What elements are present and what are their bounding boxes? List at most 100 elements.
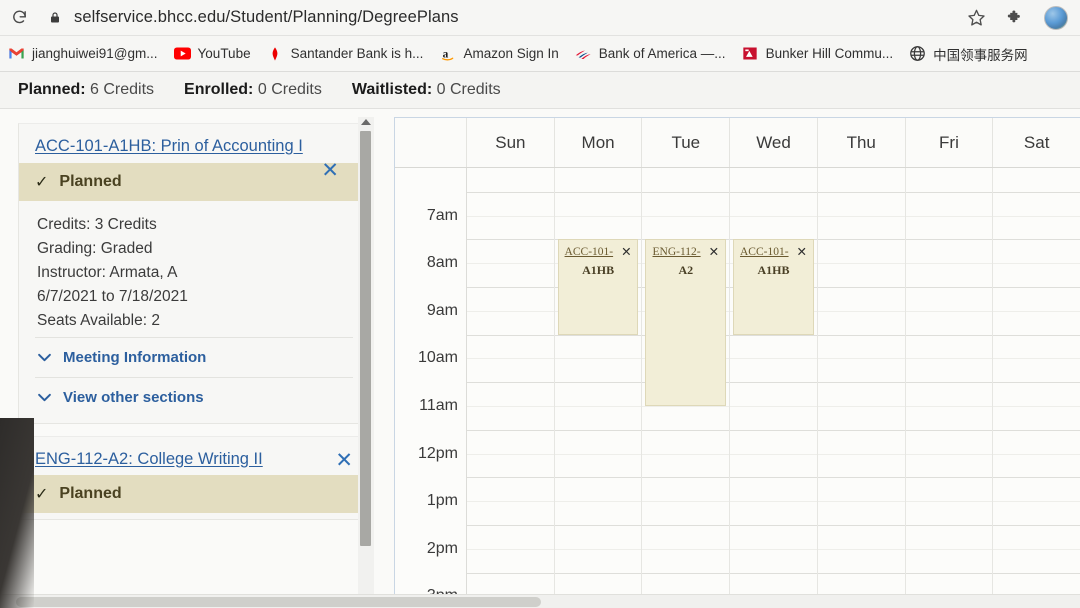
grid-line [905,382,993,384]
time-label-9am: 9am [426,301,458,319]
amazon-icon: a [439,45,456,62]
time-label-10am: 10am [417,349,458,367]
star-icon[interactable] [967,8,986,27]
grid-line [993,382,1080,384]
grid-line-half [993,548,1080,550]
event-course-code[interactable]: ACC-101- [740,246,789,258]
time-label-2pm: 2pm [426,539,458,557]
remove-course-button[interactable]: ✕ [321,160,339,181]
grid-line-half [642,453,730,455]
chevron-down-icon [37,391,52,404]
bookmark-santander[interactable]: Santander Bank is h... [267,45,423,62]
bookmark-amazon[interactable]: a Amazon Sign In [439,45,559,62]
day-column-sat[interactable] [993,168,1080,608]
grid-line [467,477,554,479]
grid-line-half [554,215,642,217]
horizontal-scrollbar[interactable] [0,594,1080,608]
view-other-sections-label: View other sections [63,388,204,406]
sidebar-scrollbar[interactable] [358,117,374,607]
grid-line [993,477,1080,479]
grid-line-half [730,406,817,407]
event-remove-button[interactable]: ✕ [797,246,807,259]
check-icon: ✓ [35,173,49,191]
calendar-event-acc-101[interactable]: ACC-101- ✕ A1HB [733,239,814,335]
page-content: Planned: 6 Credits Enrolled: 0 Credits W… [0,72,1080,608]
event-section: A1HB [582,262,615,277]
credit-enrolled-value: 0 Credits [257,81,322,98]
grid-line [467,382,554,384]
grid-line [993,429,1080,431]
course-card-acc-101: ACC-101-A1HB: Prin of Accounting I ✕ ✓ P… [18,123,370,424]
day-column-tue[interactable]: ENG-112- ✕ A2 [642,168,731,608]
grid-line-half [817,453,905,455]
course-card-header: ENG-112-A2: College Writing II ✕ [19,437,369,476]
grid-line-half [554,406,642,407]
grid-line-half [730,501,817,503]
credit-planned: Planned: 6 Credits [18,81,154,99]
grid-line [642,477,730,479]
grid-line [817,334,905,336]
grid-line-half [467,501,554,503]
grid-line [993,239,1080,241]
day-column-fri[interactable] [905,168,994,608]
grid-line-half [467,548,554,550]
bookmark-gmail[interactable]: jianghuiwei91@gm... [8,45,158,62]
course-title-link[interactable]: ENG-112-A2: College Writing II [35,450,263,468]
grid-line-half [467,215,554,217]
meeting-information-toggle[interactable]: Meeting Information [35,336,353,377]
credit-enrolled-label: Enrolled: [184,81,254,98]
grid-line [905,191,993,193]
bookmark-bank-of-america[interactable]: Bank of America —... [575,45,726,62]
grid-line-half [993,263,1080,265]
status-badge: ✓ Planned [19,475,369,514]
day-column-thu[interactable] [817,168,906,608]
remove-course-button[interactable]: ✕ [335,450,353,471]
grid-line-half [730,453,817,455]
puzzle-piece-icon[interactable] [1006,9,1024,27]
day-column-mon[interactable]: ACC-101- ✕ A1HB [554,168,643,608]
bank-of-america-icon [575,45,592,62]
grid-line-half [730,548,817,550]
time-axis: 7am8am9am10am11am12pm1pm2pm3pm [395,168,467,608]
omnibox-actions [967,5,1080,30]
check-icon: ✓ [35,486,49,504]
grid-line [905,429,993,431]
calendar-event-acc-101[interactable]: ACC-101- ✕ A1HB [557,239,639,335]
bookmark-label: 中国领事服务网 [933,47,1028,63]
grid-line [467,334,554,336]
grid-line [905,287,993,288]
grid-line [993,287,1080,288]
grid-line-half [817,215,905,217]
bookmark-label: Bunker Hill Commu... [765,46,894,61]
view-other-sections-toggle[interactable]: View other sections [35,376,353,417]
calendar-event-eng-112[interactable]: ENG-112- ✕ A2 [645,239,727,406]
bookmark-chinese-consular[interactable]: 中国领事服务网 [909,44,1028,64]
day-column-sun[interactable] [467,168,555,608]
url-text[interactable]: selfservice.bhcc.edu/Student/Planning/De… [74,8,459,27]
grid-line-half [993,406,1080,407]
credit-waitlisted-label: Waitlisted: [351,81,433,98]
horizontal-scrollbar-thumb[interactable] [16,597,541,607]
profile-avatar[interactable] [1044,5,1068,30]
grid-line [730,191,817,193]
event-remove-button[interactable]: ✕ [709,246,719,259]
bookmark-youtube[interactable]: YouTube [173,45,251,62]
grid-line [467,287,554,288]
grid-line-half [817,501,905,503]
address-bar: selfservice.bhcc.edu/Student/Planning/De… [0,0,1080,36]
reload-icon[interactable] [6,5,32,31]
grid-line-half [905,263,993,265]
grid-line-half [467,406,554,407]
grid-line-half [993,215,1080,217]
event-course-code[interactable]: ACC-101- [565,246,614,258]
event-remove-button[interactable]: ✕ [621,246,631,259]
day-column-wed[interactable]: ACC-101- ✕ A1HB [730,168,818,608]
sidebar-scrollbar-thumb[interactable] [360,131,371,546]
scroll-up-arrow-icon[interactable] [361,119,371,125]
bookmark-bunker-hill[interactable]: Bunker Hill Commu... [742,45,894,62]
grid-line [730,525,817,526]
course-title-link[interactable]: ACC-101-A1HB: Prin of Accounting I [35,137,303,155]
event-course-code[interactable]: ENG-112- [652,246,700,258]
grid-line-half [467,358,554,360]
grid-line-half [905,406,993,407]
